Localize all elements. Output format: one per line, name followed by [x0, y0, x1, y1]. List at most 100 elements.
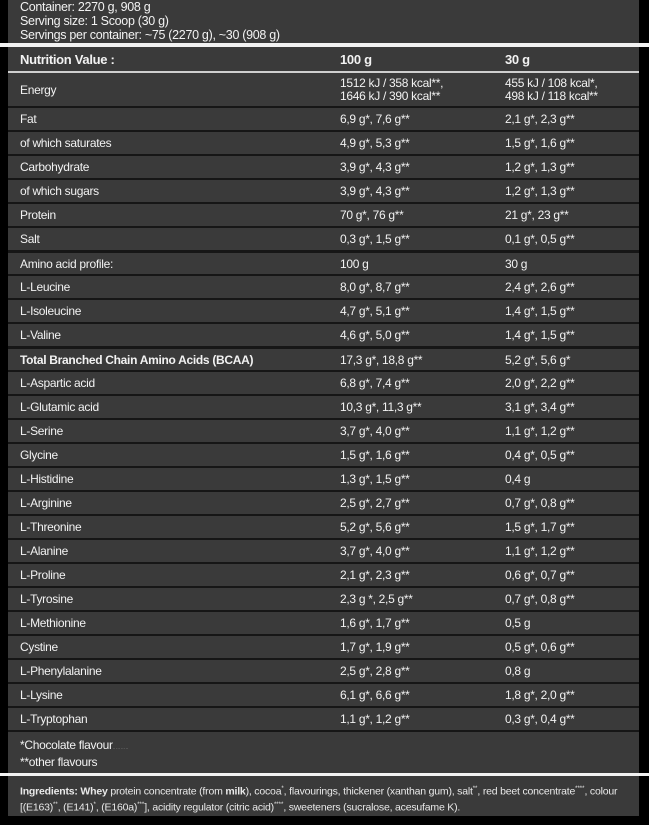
table-row: L-Arginine 2,5 g*, 2,7 g** 0,7 g*, 0,8 g…	[8, 490, 639, 514]
row-label: Fat	[8, 112, 340, 126]
row-value-30g: 1,1 g*, 1,2 g**	[505, 544, 639, 558]
ingredients-text: ], acidity regulator (citric acid)	[144, 801, 274, 813]
table-row: L-Glutamic acid 10,3 g*, 11,3 g** 3,1 g*…	[8, 394, 639, 418]
row-label: Amino acid profile:	[8, 257, 340, 271]
row-value-30g: 21 g*, 23 g**	[505, 208, 639, 222]
row-value-100g: 1,6 g*, 1,7 g**	[340, 616, 505, 630]
row-label: L-Alanine	[8, 544, 340, 558]
row-label: L-Tryptophan	[8, 712, 340, 726]
row-value-100g: 4,7 g*, 5,1 g**	[340, 304, 505, 318]
row-label: of which saturates	[8, 136, 340, 150]
row-label: L-Lysine	[8, 688, 340, 702]
table-row: L-Histidine 1,3 g*, 1,5 g** 0,4 g	[8, 466, 639, 490]
row-value-30g: 0,1 g*, 0,5 g**	[505, 232, 639, 246]
ingredients-text: , (E141)	[58, 801, 94, 813]
table-body: Energy 1512 kJ / 358 kcal**, 1646 kJ / 3…	[8, 73, 639, 730]
table-header-row: Nutrition Value : 100 g 30 g	[8, 47, 639, 73]
row-value-30g: 0,5 g*, 0,6 g**	[505, 640, 639, 654]
table-row: Carbohydrate 3,9 g*, 4,3 g** 1,2 g*, 1,3…	[8, 154, 639, 178]
row-value-100g: 1,1 g*, 1,2 g**	[340, 712, 505, 726]
row-label: L-Valine	[8, 328, 340, 342]
ingredients-text: , flavourings, thickener (xanthan gum), …	[284, 786, 473, 798]
nutrition-table: Nutrition Value : 100 g 30 g Energy 1512…	[8, 47, 639, 773]
row-label: L-Phenylalanine	[8, 664, 340, 678]
row-value-30g: 0,5 g	[505, 616, 639, 630]
row-value-100g: 2,5 g*, 2,8 g**	[340, 664, 505, 678]
row-value-30g: 1,1 g*, 1,2 g**	[505, 424, 639, 438]
row-label: Salt	[8, 232, 340, 246]
row-value-100g: 6,9 g*, 7,6 g**	[340, 112, 505, 126]
row-value-30g: 0,3 g*, 0,4 g**	[505, 712, 639, 726]
table-row: L-Alanine 3,7 g*, 4,0 g** 1,1 g*, 1,2 g*…	[8, 538, 639, 562]
row-value-100g: 6,1 g*, 6,6 g**	[340, 688, 505, 702]
table-row: Total Branched Chain Amino Acids (BCAA) …	[8, 346, 639, 370]
table-row: L-Lysine 6,1 g*, 6,6 g** 1,8 g*, 2,0 g**	[8, 682, 639, 706]
row-value-30g: 2,0 g*, 2,2 g**	[505, 376, 639, 390]
ingredients-text: ), cocoa	[246, 786, 282, 798]
table-row: L-Aspartic acid 6,8 g*, 7,4 g** 2,0 g*, …	[8, 370, 639, 394]
table-row: L-Leucine 8,0 g*, 8,7 g** 2,4 g*, 2,6 g*…	[8, 274, 639, 298]
row-label: Cystine	[8, 640, 340, 654]
row-value-100g: 3,9 g*, 4,3 g**	[340, 160, 505, 174]
row-value-30g: 1,4 g*, 1,5 g**	[505, 328, 639, 342]
row-label: L-Serine	[8, 424, 340, 438]
table-row: Energy 1512 kJ / 358 kcal**, 1646 kJ / 3…	[8, 73, 639, 106]
table-row: Protein 70 g*, 76 g** 21 g*, 23 g**	[8, 202, 639, 226]
row-value-100g: 10,3 g*, 11,3 g**	[340, 400, 505, 414]
table-row: L-Proline 2,1 g*, 2,3 g** 0,6 g*, 0,7 g*…	[8, 562, 639, 586]
row-value-100g: 1,7 g*, 1,9 g**	[340, 640, 505, 654]
row-value-30g: 0,7 g*, 0,8 g**	[505, 496, 639, 510]
table-row: L-Threonine 5,2 g*, 5,6 g** 1,5 g*, 1,7 …	[8, 514, 639, 538]
row-value-30g: 3,1 g*, 3,4 g**	[505, 400, 639, 414]
row-label: L-Proline	[8, 568, 340, 582]
product-info-header: Container: 2270 g, 908 g Serving size: 1…	[8, 0, 639, 43]
footnote-other-flavours: **other flavours	[20, 755, 97, 769]
row-value-30g: 1,2 g*, 1,3 g**	[505, 160, 639, 174]
row-value-100g: 100 g	[340, 257, 505, 271]
row-value-30g: 2,1 g*, 2,3 g**	[505, 112, 639, 126]
row-value-100g: 2,1 g*, 2,3 g**	[340, 568, 505, 582]
table-row: L-Valine 4,6 g*, 5,0 g** 1,4 g*, 1,5 g**	[8, 322, 639, 346]
table-row: Amino acid profile: 100 g 30 g	[8, 250, 639, 274]
row-value-100g: 2,3 g *, 2,5 g**	[340, 592, 505, 606]
ingredients-text: protein concentrate (from	[108, 786, 226, 798]
row-value-100g: 6,8 g*, 7,4 g**	[340, 376, 505, 390]
footnote-chocolate-flavour: *Chocolate flavour	[20, 738, 113, 752]
row-value-30g: 0,4 g*, 0,5 g**	[505, 448, 639, 462]
row-value-30g: 455 kJ / 108 kcal*, 498 kJ / 118 kcal**	[505, 77, 639, 103]
row-value-100g: 1,3 g*, 1,5 g**	[340, 472, 505, 486]
table-row: L-Tyrosine 2,3 g *, 2,5 g** 0,7 g*, 0,8 …	[8, 586, 639, 610]
table-row: L-Isoleucine 4,7 g*, 5,1 g** 1,4 g*, 1,5…	[8, 298, 639, 322]
row-value-100g: 1,5 g*, 1,6 g**	[340, 448, 505, 462]
ingredients-superscript: ****	[274, 802, 283, 808]
row-value-100g: 8,0 g*, 8,7 g**	[340, 280, 505, 294]
ingredients-section: Ingredients: Whey protein concentrate (f…	[8, 776, 639, 816]
footnote-micro-note: ..........	[113, 745, 129, 750]
table-header-col-30g: 30 g	[505, 52, 639, 67]
row-value-100g: 3,9 g*, 4,3 g**	[340, 184, 505, 198]
row-value-100g: 3,7 g*, 4,0 g**	[340, 544, 505, 558]
table-row: of which saturates 4,9 g*, 5,3 g** 1,5 g…	[8, 130, 639, 154]
container-size-text: Container: 2270 g, 908 g	[20, 0, 639, 14]
table-row: of which sugars 3,9 g*, 4,3 g** 1,2 g*, …	[8, 178, 639, 202]
row-value-100g: 5,2 g*, 5,6 g**	[340, 520, 505, 534]
row-value-30g: 1,5 g*, 1,6 g**	[505, 136, 639, 150]
row-label: L-Glutamic acid	[8, 400, 340, 414]
ingredients-text: , red beet concentrate	[477, 786, 575, 798]
ingredients-label: Ingredients: Whey	[20, 786, 108, 798]
row-value-30g: 0,8 g	[505, 664, 639, 678]
table-header-title: Nutrition Value :	[8, 52, 340, 67]
row-value-30g: 0,7 g*, 0,8 g**	[505, 592, 639, 606]
serving-size-text: Serving size: 1 Scoop (30 g)	[20, 14, 639, 28]
nutrition-label-page: Container: 2270 g, 908 g Serving size: 1…	[0, 0, 649, 825]
row-value-30g: 1,4 g*, 1,5 g**	[505, 304, 639, 318]
row-value-30g: 2,4 g*, 2,6 g**	[505, 280, 639, 294]
row-label: Glycine	[8, 448, 340, 462]
row-label: L-Methionine	[8, 616, 340, 630]
table-row: L-Methionine 1,6 g*, 1,7 g** 0,5 g	[8, 610, 639, 634]
row-label: L-Tyrosine	[8, 592, 340, 606]
ingredients-text: , sweeteners (sucralose, acesufame K).	[283, 801, 460, 813]
row-value-30g: 30 g	[505, 257, 639, 271]
ingredients-text: , (E160a)	[96, 801, 137, 813]
row-label: L-Aspartic acid	[8, 376, 340, 390]
